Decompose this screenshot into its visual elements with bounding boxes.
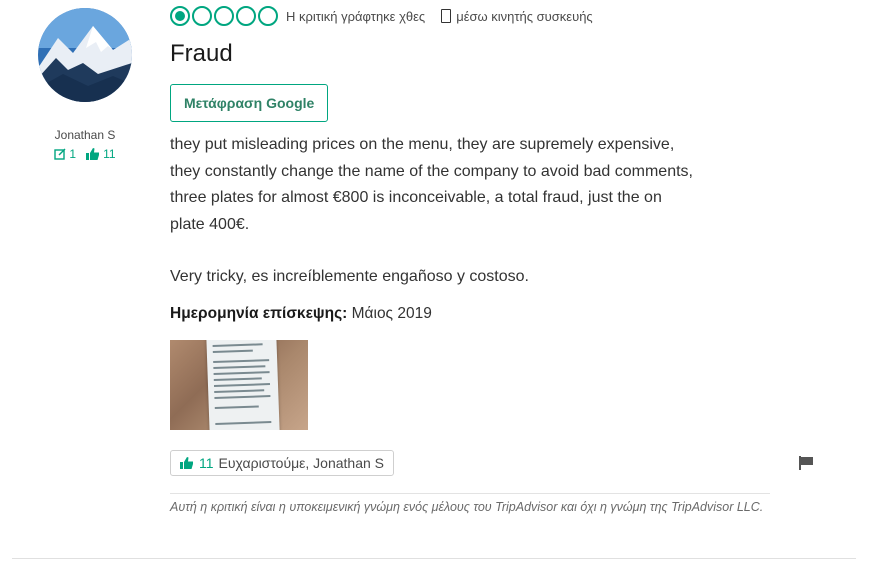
mobile-indicator: μέσω κινητής συσκευής: [441, 9, 593, 24]
review-photo[interactable]: [170, 339, 308, 430]
review-title[interactable]: Fraud: [170, 40, 790, 68]
review-text-line: three plates for almost €800 is inconcei…: [170, 189, 662, 206]
thanks-count: 11: [199, 454, 214, 471]
helpful-votes-value: 11: [103, 147, 116, 161]
review-text-paragraph: they put misleading prices on the menu, …: [170, 132, 790, 238]
reviewer-stats: 1 11: [30, 147, 140, 161]
rating-row: Η κριτική γράφτηκε χθες μέσω κινητής συσ…: [170, 4, 790, 28]
thank-button[interactable]: 11 Ευχαριστούμε, Jonathan S: [170, 449, 395, 476]
receipt-image: [206, 339, 280, 430]
review-count-value: 1: [69, 147, 77, 161]
avatar-image: [38, 8, 132, 102]
review-count-icon: [54, 148, 66, 160]
helpful-votes: 11: [86, 147, 116, 161]
review-text-paragraph: Very tricky, es increíblemente engañoso …: [170, 268, 529, 285]
reviewer-profile: Jonathan S 1 11: [30, 8, 140, 161]
avatar[interactable]: [38, 8, 132, 102]
visit-date-label: Ημερομηνία επίσκεψης:: [170, 304, 348, 322]
review-separator: [12, 558, 856, 559]
rating-bubble-empty: [192, 6, 212, 26]
visit-date: Ημερομηνία επίσκεψης: Μάιος 2019: [170, 305, 790, 323]
disclaimer: Αυτή η κριτική είναι η υποκειμενική γνώμ…: [170, 499, 764, 514]
review-count: 1: [54, 147, 76, 161]
visit-date-value: Μάιος 2019: [351, 304, 432, 322]
rating-bubble-filled: [170, 6, 190, 26]
rating-bubble-empty: [214, 6, 234, 26]
rating-bubble-empty: [258, 6, 278, 26]
flag-icon[interactable]: [798, 455, 814, 471]
review-text-line: they put misleading prices on the menu, …: [170, 136, 675, 153]
rating-bubble-empty: [236, 6, 256, 26]
phone-icon: [441, 9, 452, 23]
thanks-label: Ευχαριστούμε, Jonathan S: [218, 454, 385, 471]
divider: [170, 492, 770, 494]
review-date: Η κριτική γράφτηκε χθες: [286, 8, 426, 24]
review-text-line: they constantly change the name of the c…: [170, 162, 693, 180]
review-text-line: plate 400€.: [170, 215, 250, 233]
thumbs-up-icon: [180, 456, 193, 469]
rating-bubbles: [170, 6, 278, 26]
google-translate-button[interactable]: Μετάφραση Google: [170, 84, 329, 122]
thumbs-up-icon: [86, 148, 100, 160]
review-text: they put misleading prices on the menu, …: [170, 132, 790, 291]
mobile-text: μέσω κινητής συσκευής: [456, 8, 593, 24]
review-actions: 11 Ευχαριστούμε, Jonathan S: [170, 449, 814, 476]
review-content: Η κριτική γράφτηκε χθες μέσω κινητής συσ…: [170, 4, 813, 516]
reviewer-name[interactable]: Jonathan S: [30, 128, 140, 142]
